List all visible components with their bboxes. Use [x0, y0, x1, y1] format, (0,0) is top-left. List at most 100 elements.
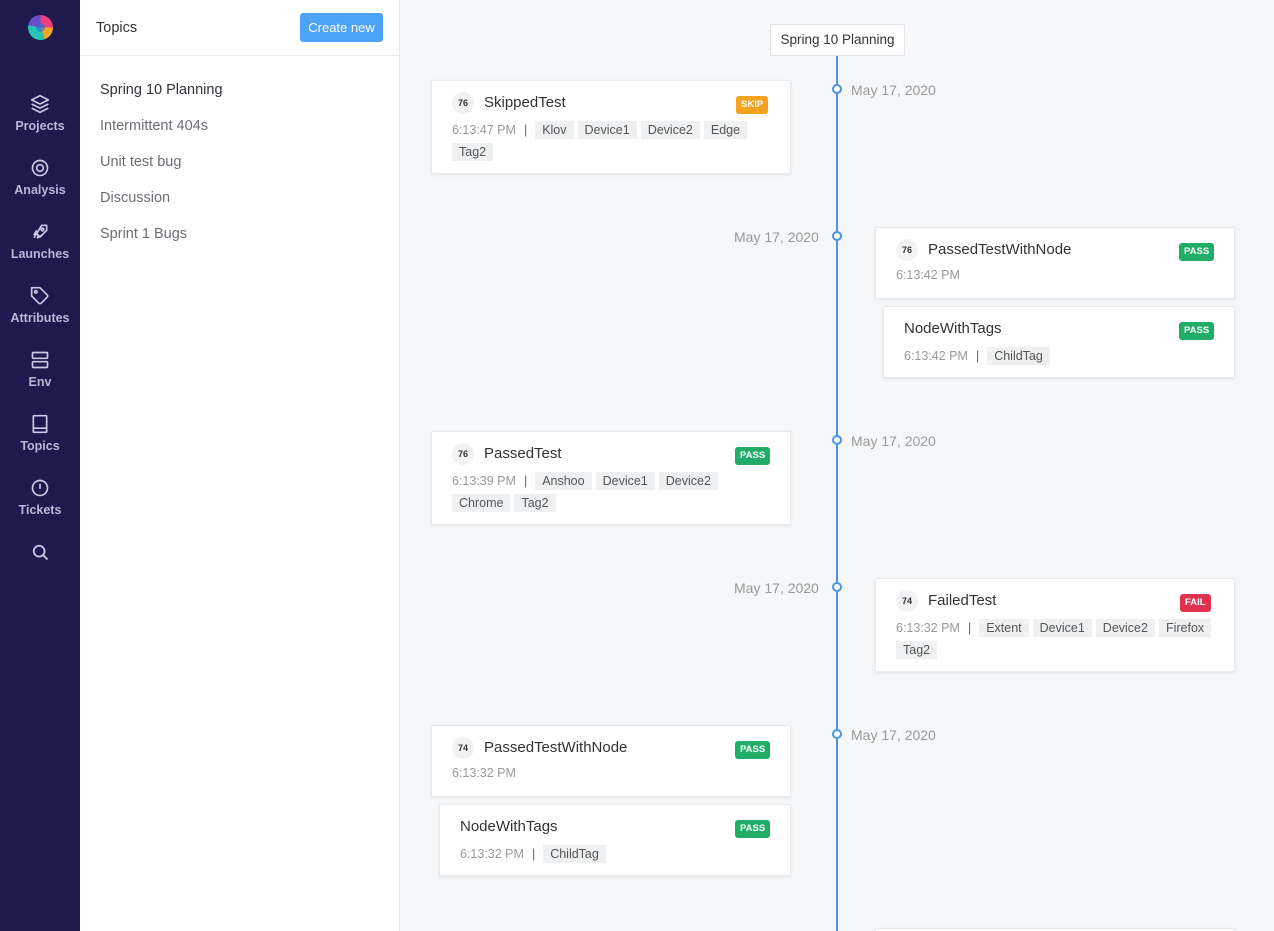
tag-chip[interactable]: Anshoo [535, 472, 592, 490]
topic-item[interactable]: Discussion [100, 190, 170, 206]
topics-panel: Topics Create new Spring 10 Planning Int… [80, 0, 400, 931]
nav-projects[interactable]: Projects [0, 94, 80, 154]
nav-attributes-label: Attributes [10, 311, 70, 325]
test-card[interactable]: 74 FailedTest FAIL 6:13:32 PM | Extent De… [875, 578, 1235, 672]
timeline-dot [832, 729, 842, 739]
timeline-dot [832, 582, 842, 592]
tag-chip[interactable]: Device1 [1032, 619, 1092, 637]
status-badge: PASS [735, 447, 771, 465]
tag-chip[interactable]: Tag2 [896, 641, 938, 659]
test-id-badge: 76 [452, 443, 474, 465]
test-name[interactable]: FailedTest [928, 592, 996, 609]
nav-launches[interactable]: Launches [0, 222, 80, 282]
test-card[interactable]: 76 SkippedTest SKIP 6:13:47 PM | Klov Dev… [431, 80, 791, 174]
alert-circle-icon [31, 479, 49, 497]
nav-launches-label: Launches [10, 247, 70, 261]
topics-panel-header: Topics Create new [80, 0, 399, 56]
timeline-date: May 17, 2020 [734, 229, 819, 245]
tag-chip[interactable]: Device2 [658, 472, 718, 490]
meta-separator: | [523, 123, 528, 137]
search-icon [32, 544, 49, 561]
tag-chip[interactable]: Device1 [595, 472, 655, 490]
main-nav: Projects Analysis Launches Attributes En… [0, 0, 80, 931]
status-badge: PASS [735, 741, 771, 759]
node-name[interactable]: NodeWithTags [904, 320, 1002, 337]
tag-chip[interactable]: ChildTag [987, 347, 1050, 365]
tag-chip[interactable]: Device2 [1095, 619, 1155, 637]
test-meta: 6:13:47 PM | Klov Device1 Device2 Edge Ta… [452, 121, 772, 161]
status-badge: SKIP [736, 96, 769, 114]
tag-chip[interactable]: Device1 [577, 121, 637, 139]
timeline-date: May 17, 2020 [851, 727, 936, 743]
timeline-line [836, 54, 838, 931]
meta-separator: | [975, 349, 980, 363]
test-name[interactable]: SkippedTest [484, 94, 566, 111]
tag-chip[interactable]: Tag2 [514, 494, 556, 512]
status-badge: PASS [1179, 243, 1215, 261]
test-time: 6:13:47 PM [452, 123, 516, 137]
test-time: 6:13:32 PM [896, 621, 960, 635]
nav-env-label: Env [28, 375, 52, 389]
tag-chip[interactable]: Chrome [452, 494, 511, 512]
nav-projects-label: Projects [15, 119, 65, 133]
test-card[interactable]: 74 PassedTestWithNode PASS 6:13:32 PM [431, 725, 791, 797]
topic-item[interactable]: Unit test bug [100, 154, 181, 170]
timeline-date: May 17, 2020 [851, 82, 936, 98]
status-badge: PASS [1179, 322, 1215, 340]
timeline-date: May 17, 2020 [734, 580, 819, 596]
test-id-badge: 76 [452, 92, 474, 114]
nav-analysis[interactable]: Analysis [0, 158, 80, 218]
nav-tickets[interactable]: Tickets [0, 478, 80, 538]
test-card[interactable]: 76 PassedTest PASS 6:13:39 PM | Anshoo De… [431, 431, 791, 525]
tag-chip[interactable]: Klov [535, 121, 574, 139]
topics-panel-title: Topics [96, 20, 138, 36]
test-id-badge: 74 [452, 737, 474, 759]
nav-analysis-label: Analysis [14, 183, 66, 197]
timeline-dot [832, 435, 842, 445]
test-name[interactable]: PassedTestWithNode [484, 739, 627, 756]
meta-separator: | [967, 621, 972, 635]
tag-chip[interactable]: Edge [703, 121, 748, 139]
test-meta: 6:13:42 PM [896, 268, 1216, 282]
create-new-button[interactable]: Create new [300, 13, 383, 42]
node-meta: 6:13:32 PM | ChildTag [460, 845, 780, 863]
nav-search[interactable] [0, 542, 80, 602]
tag-chip[interactable]: Tag2 [452, 143, 494, 161]
nav-topics[interactable]: Topics [0, 414, 80, 474]
node-time: 6:13:32 PM [460, 847, 524, 861]
timeline-dot [832, 231, 842, 241]
nav-topics-label: Topics [20, 439, 60, 453]
app-logo[interactable] [28, 15, 53, 40]
nav-attributes[interactable]: Attributes [0, 286, 80, 346]
node-meta: 6:13:42 PM | ChildTag [904, 347, 1224, 365]
test-card[interactable]: 76 PassedTestWithNode PASS 6:13:42 PM [875, 227, 1235, 299]
test-time: 6:13:32 PM [452, 766, 516, 780]
topic-item[interactable]: Intermittent 404s [100, 118, 208, 134]
tag-chip[interactable]: ChildTag [543, 845, 606, 863]
timeline-dot [832, 84, 842, 94]
tag-chip[interactable]: Device2 [640, 121, 700, 139]
status-badge: FAIL [1180, 594, 1211, 612]
target-icon [31, 159, 49, 177]
node-card[interactable]: NodeWithTags PASS 6:13:32 PM | ChildTag [439, 804, 791, 876]
server-icon [31, 351, 49, 369]
test-name[interactable]: PassedTestWithNode [928, 241, 1071, 258]
rocket-icon [33, 224, 48, 239]
test-meta: 6:13:39 PM | Anshoo Device1 Device2 Chrom… [452, 472, 752, 512]
node-name[interactable]: NodeWithTags [460, 818, 558, 835]
layers-icon [30, 94, 50, 114]
topic-item[interactable]: Spring 10 Planning [100, 82, 223, 98]
test-time: 6:13:42 PM [896, 268, 960, 282]
nav-tickets-label: Tickets [18, 503, 62, 517]
tag-icon [30, 286, 49, 305]
test-name[interactable]: PassedTest [484, 445, 562, 462]
timeline-date: May 17, 2020 [851, 433, 936, 449]
tag-chip[interactable]: Extent [979, 619, 1029, 637]
tag-chip[interactable]: Firefox [1158, 619, 1212, 637]
node-time: 6:13:42 PM [904, 349, 968, 363]
test-meta: 6:13:32 PM | Extent Device1 Device2 Firef… [896, 619, 1216, 659]
meta-separator: | [523, 474, 528, 488]
nav-env[interactable]: Env [0, 350, 80, 410]
topic-item[interactable]: Sprint 1 Bugs [100, 226, 187, 242]
node-card[interactable]: NodeWithTags PASS 6:13:42 PM | ChildTag [883, 306, 1235, 378]
